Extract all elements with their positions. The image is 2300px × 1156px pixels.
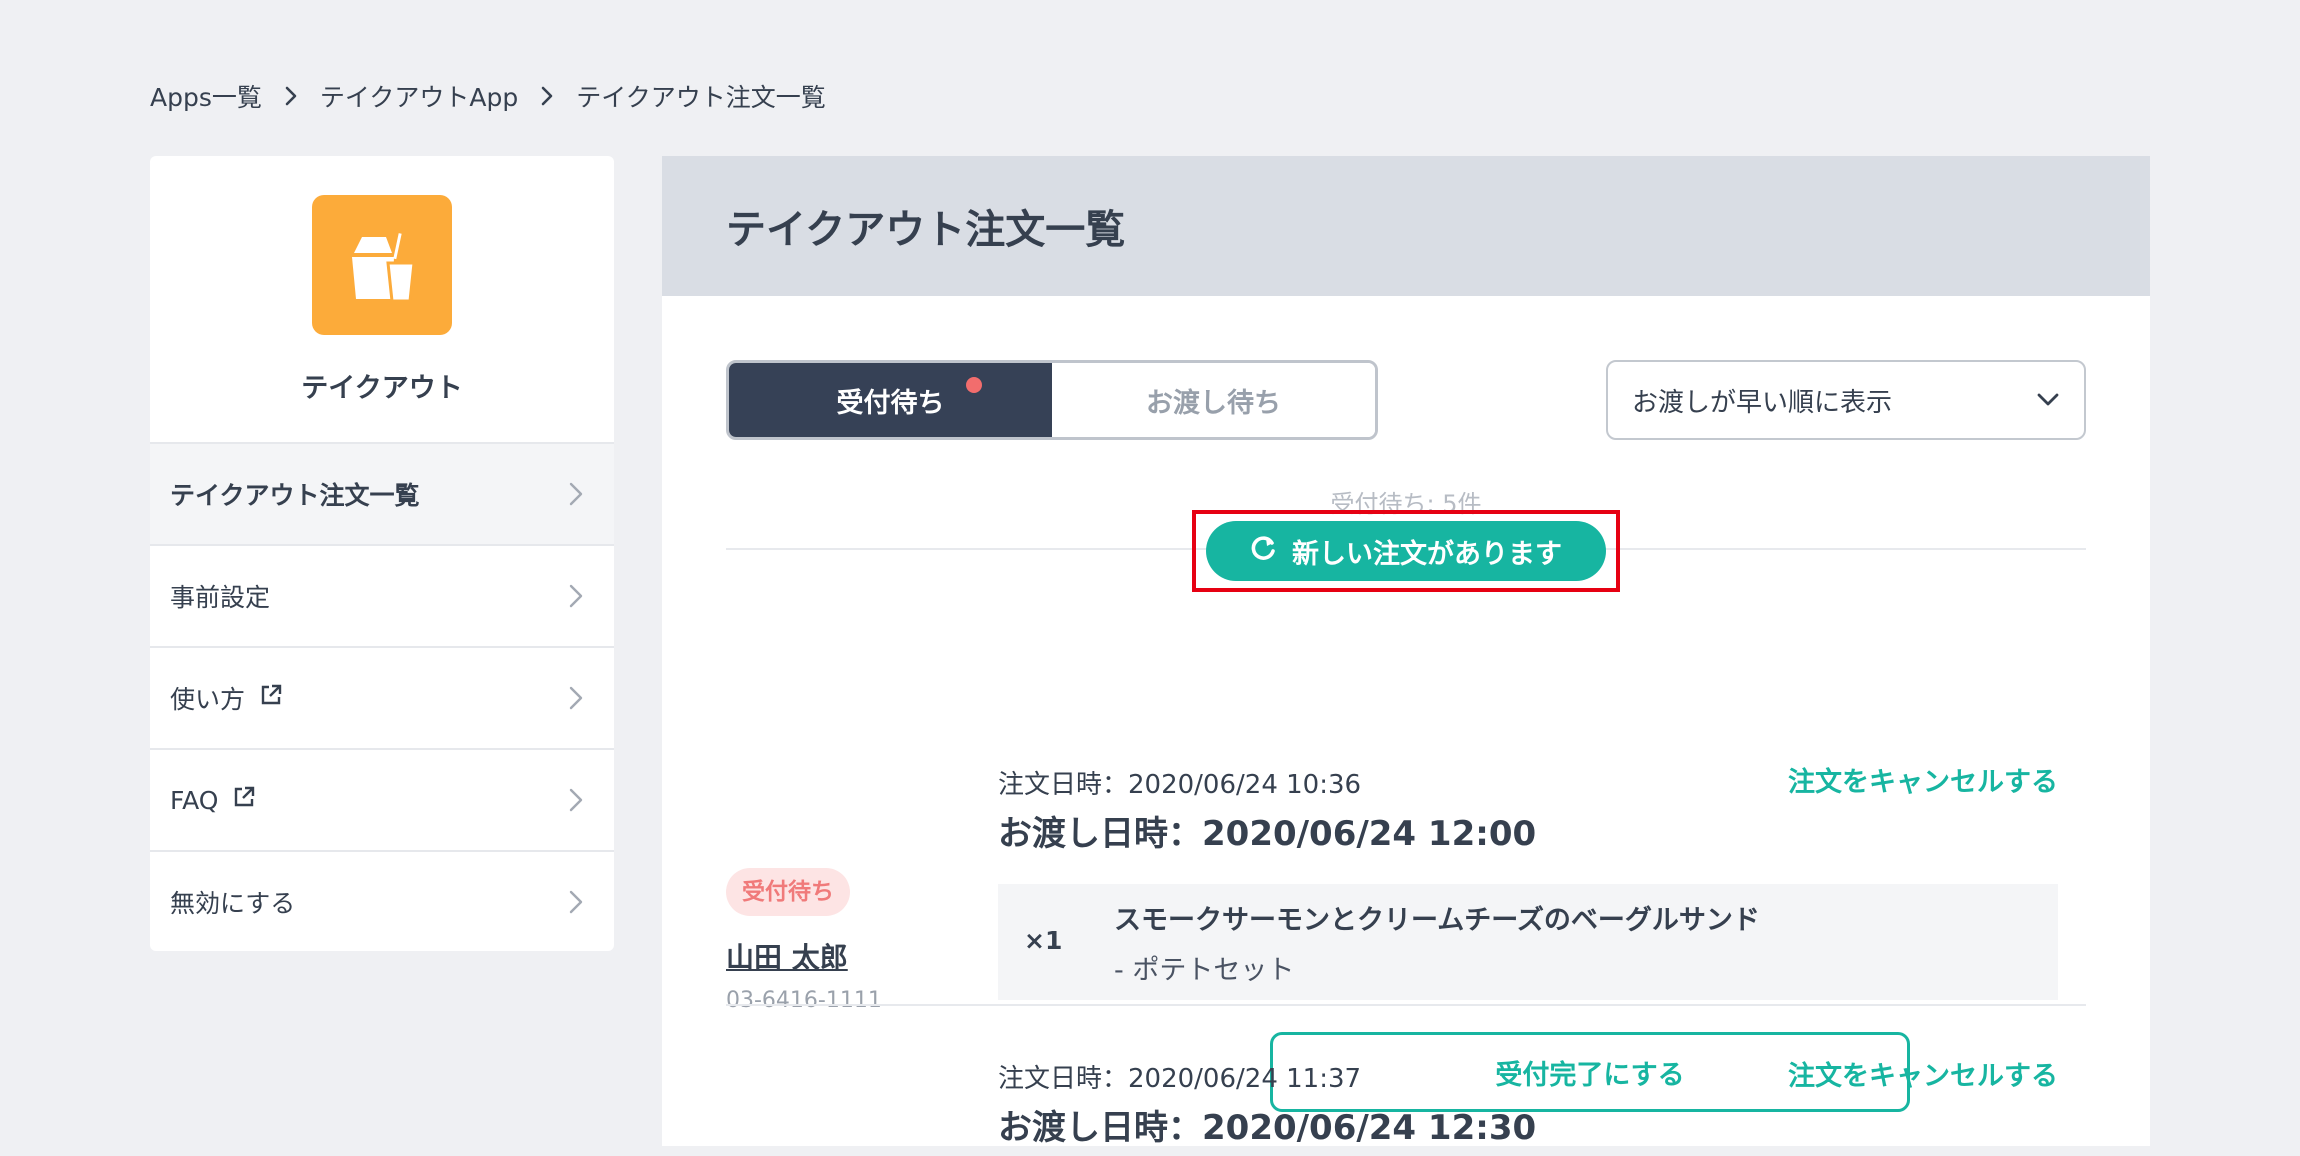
sort-select-value: お渡しが早い順に表示	[1632, 387, 1893, 418]
chevron-right-icon	[568, 785, 590, 815]
chevron-right-icon	[568, 479, 590, 509]
external-link-icon	[259, 683, 283, 713]
tab-label: お渡し待ち	[1146, 387, 1281, 419]
sidebar-item-faq[interactable]: FAQ	[150, 750, 614, 852]
tab-label: 受付待ち	[836, 387, 945, 419]
order-date: 注文日時：2020/06/24 11:37	[998, 1064, 1362, 1094]
chevron-right-icon	[568, 581, 590, 611]
breadcrumb-apps[interactable]: Apps一覧	[150, 78, 262, 114]
chevron-right-icon	[568, 887, 590, 917]
cancel-order-link[interactable]: 注文をキャンセルする	[1788, 1054, 2058, 1093]
order-date: 注文日時：2020/06/24 10:36	[998, 770, 1362, 800]
order-card: 注文日時：2020/06/24 11:37 注文をキャンセルする お渡し日時：2…	[726, 1004, 2086, 1148]
item-quantity: ×1	[1024, 926, 1063, 955]
sidebar-item-label: 無効にする	[170, 889, 296, 918]
pickup-date: お渡し日時：2020/06/24 12:30	[998, 1108, 1537, 1148]
item-name: スモークサーモンとクリームチーズのベーグルサンド	[1114, 905, 1760, 936]
sidebar-item-order-list[interactable]: テイクアウト注文一覧	[150, 444, 614, 546]
chevron-right-icon	[280, 85, 302, 107]
breadcrumb-current: テイクアウト注文一覧	[576, 83, 826, 112]
status-badge: 受付待ち	[726, 868, 850, 916]
chevron-down-icon	[2036, 385, 2060, 415]
tab-awaiting-pickup[interactable]: お渡し待ち	[1052, 363, 1375, 437]
sidebar: テイクアウト テイクアウト注文一覧 事前設定 使い方 FAQ 無効にする	[150, 156, 614, 951]
sidebar-item-label: 事前設定	[170, 583, 271, 612]
sidebar-item-label: 使い方	[170, 685, 246, 714]
pickup-date: お渡し日時：2020/06/24 12:00	[998, 814, 1537, 854]
chevron-right-icon	[536, 85, 558, 107]
breadcrumb: Apps一覧 テイクアウトApp テイクアウト注文一覧	[150, 76, 826, 116]
cancel-order-link[interactable]: 注文をキャンセルする	[1788, 760, 2058, 799]
order-item: ×1 スモークサーモンとクリームチーズのベーグルサンド - ポテトセット	[998, 884, 2058, 1000]
tab-awaiting-acceptance[interactable]: 受付待ち	[729, 363, 1052, 437]
main-panel: テイクアウト注文一覧 受付待ち お渡し待ち お渡しが早い順に表示 受付待ち: 5…	[662, 156, 2150, 1148]
sidebar-item-how-to-use[interactable]: 使い方	[150, 648, 614, 750]
page-title: テイクアウト注文一覧	[726, 207, 1126, 253]
customer-name[interactable]: 山田 太郎	[726, 936, 848, 976]
app-header: テイクアウト	[150, 156, 614, 444]
chevron-right-icon	[568, 683, 590, 713]
item-option: - ポテトセット	[1114, 955, 1295, 986]
sidebar-item-label: テイクアウト注文一覧	[170, 481, 420, 510]
page-header: テイクアウト注文一覧	[662, 156, 2150, 296]
status-tabs: 受付待ち お渡し待ち	[726, 360, 1378, 440]
sidebar-item-settings[interactable]: 事前設定	[150, 546, 614, 648]
breadcrumb-takeout-app[interactable]: テイクアウトApp	[320, 78, 518, 114]
sidebar-item-disable[interactable]: 無効にする	[150, 852, 614, 951]
sidebar-item-label: FAQ	[170, 785, 219, 815]
sort-select[interactable]: お渡しが早い順に表示	[1606, 360, 2086, 440]
app-name: テイクアウト	[301, 373, 463, 404]
notification-dot	[966, 377, 982, 393]
external-link-icon	[232, 785, 256, 815]
takeout-bag-icon	[312, 195, 452, 335]
